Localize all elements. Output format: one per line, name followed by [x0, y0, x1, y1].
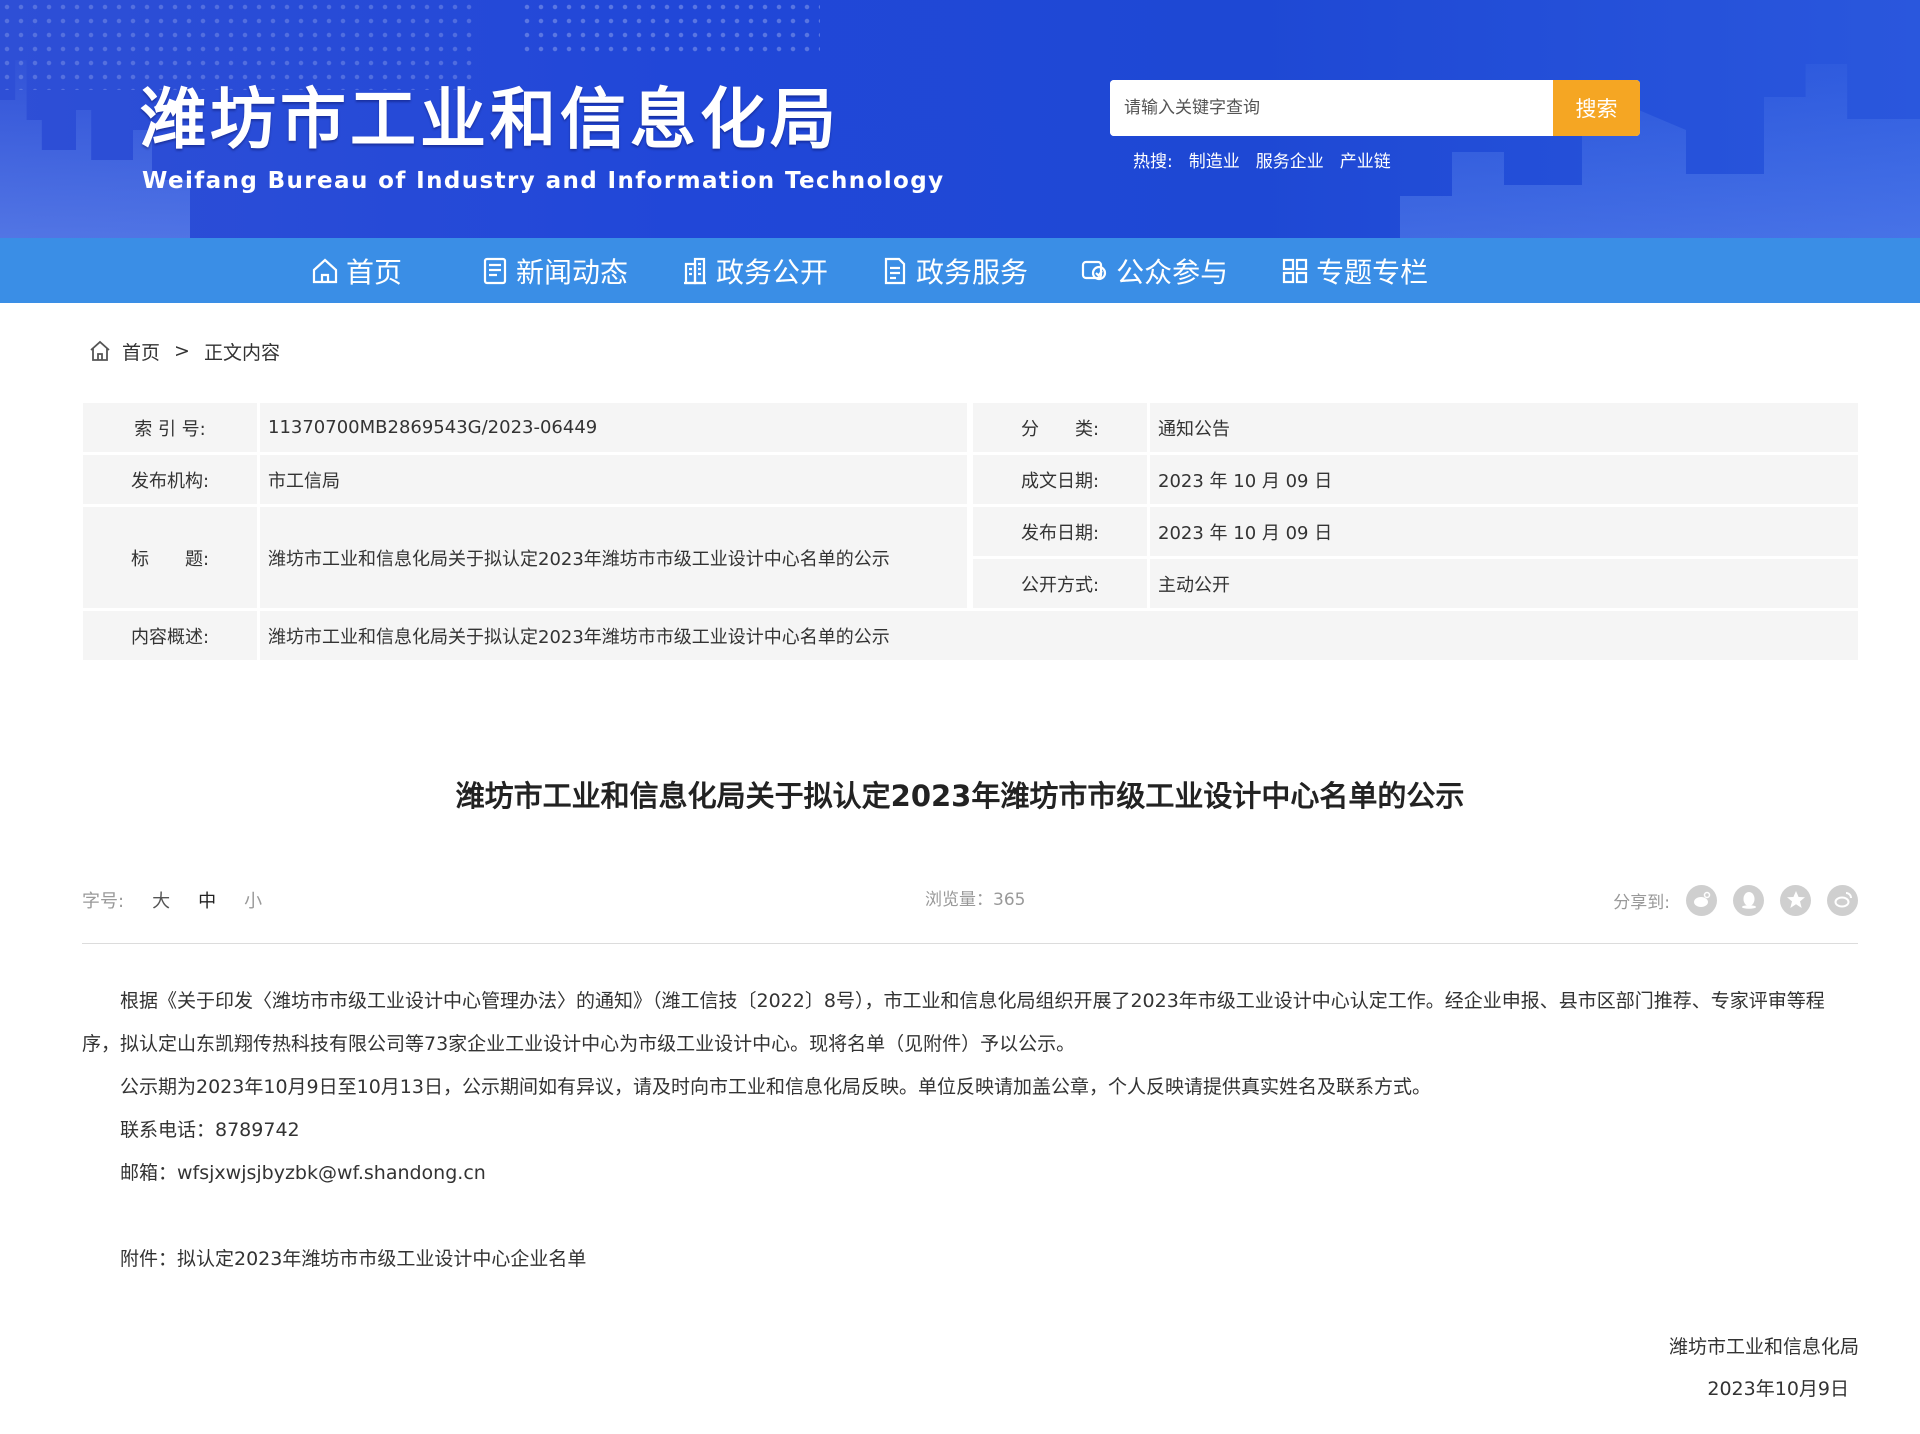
- banner-dot-pattern: [0, 0, 480, 90]
- qq-icon[interactable]: [1733, 884, 1764, 916]
- nav-item-label: 首页: [346, 255, 403, 289]
- article-meta: 字号: 大 中 小 浏览量：365 分享到:: [82, 884, 1858, 916]
- document-info-table: 索 引 号: 11370700MB2869543G/2023-06449 分 类…: [83, 403, 1858, 660]
- nav-item-label: 专题专栏: [1316, 255, 1429, 289]
- nav-item-news[interactable]: 新闻动态: [480, 238, 628, 303]
- home-icon: [312, 258, 338, 283]
- disclosure-method-label: 公开方式:: [973, 559, 1147, 608]
- nav-item-home[interactable]: 首页: [310, 238, 402, 303]
- category-value: 通知公告: [1150, 403, 1858, 452]
- share-label: 分享到:: [1613, 892, 1670, 913]
- category-label: 分 类:: [973, 403, 1147, 452]
- main-nav: 首页 新闻动态 政务公开 政务服务 公众参与 专题专栏: [0, 238, 1920, 303]
- summary-label: 内容概述:: [83, 611, 257, 660]
- publish-date-value: 2023 年 10 月 09 日: [1150, 507, 1858, 556]
- written-date-label: 成文日期:: [973, 455, 1147, 504]
- publish-date-label: 发布日期:: [973, 507, 1147, 556]
- written-date-value: 2023 年 10 月 09 日: [1150, 455, 1858, 504]
- header-banner: 潍坊市工业和信息化局 Weifang Bureau of Industry an…: [0, 0, 1920, 238]
- contact-email: 邮箱：wfsjxwjsjbyzbk@wf.shandong.cn: [120, 1162, 486, 1184]
- nav-item-special-topics[interactable]: 专题专栏: [1280, 238, 1428, 303]
- document-icon: [884, 257, 906, 284]
- breadcrumb: 首页 > 正文内容: [88, 336, 280, 366]
- hot-searches: 热搜: 制造业 服务企业 产业链: [1133, 147, 1391, 172]
- signature-date: 2023年10月9日: [1707, 1378, 1849, 1400]
- hot-search-item[interactable]: 服务企业: [1256, 147, 1324, 172]
- nav-item-label: 新闻动态: [516, 255, 629, 289]
- disclosure-method-value: 主动公开: [1150, 559, 1858, 608]
- article-paragraph: 公示期为2023年10月9日至10月13日，公示期间如有异议，请及时向市工业和信…: [120, 1076, 1431, 1098]
- share-bar: 分享到:: [1613, 884, 1858, 916]
- title-label: 标 题:: [83, 507, 257, 608]
- search-button[interactable]: 搜索: [1553, 80, 1640, 136]
- site-subtitle: Weifang Bureau of Industry and Informati…: [142, 168, 945, 194]
- hot-search-item[interactable]: 产业链: [1340, 147, 1391, 172]
- search-box: 搜索: [1110, 80, 1640, 136]
- nav-item-label: 政务公开: [716, 255, 829, 289]
- article-paragraph: 根据《关于印发〈潍坊市市级工业设计中心管理办法〉的通知》（潍工信技〔2022〕8…: [82, 990, 1825, 1055]
- nav-item-gov-services[interactable]: 政务服务: [880, 238, 1028, 303]
- index-number-label: 索 引 号:: [83, 403, 257, 452]
- view-count: 浏览量：365: [925, 890, 1026, 910]
- nav-item-label: 政务服务: [916, 255, 1029, 289]
- nav-item-label: 公众参与: [1116, 255, 1229, 289]
- news-icon: [483, 257, 507, 284]
- attachment-link[interactable]: 附件：拟认定2023年潍坊市市级工业设计中心企业名单: [82, 1238, 1858, 1281]
- qzone-icon[interactable]: [1780, 884, 1811, 916]
- font-size-control: 字号: 大 中 小: [82, 884, 262, 916]
- content-divider: [82, 943, 1858, 944]
- breadcrumb-home-link[interactable]: 首页: [122, 338, 160, 365]
- nav-item-gov-affairs[interactable]: 政务公开: [680, 238, 828, 303]
- contact-phone: 联系电话：8789742: [120, 1119, 300, 1141]
- people-icon: [1081, 260, 1107, 280]
- hot-search-label: 热搜:: [1133, 151, 1173, 172]
- banner-dot-pattern-2: [520, 0, 820, 60]
- font-size-small-button[interactable]: 小: [244, 887, 262, 913]
- font-size-medium-button[interactable]: 中: [198, 887, 216, 913]
- nav-item-public-participation[interactable]: 公众参与: [1080, 238, 1228, 303]
- publisher-value: 市工信局: [260, 455, 967, 504]
- breadcrumb-separator: >: [174, 340, 190, 362]
- article-title: 潍坊市工业和信息化局关于拟认定2023年潍坊市市级工业设计中心名单的公示: [455, 779, 1465, 813]
- title-value: 潍坊市工业和信息化局关于拟认定2023年潍坊市市级工业设计中心名单的公示: [260, 507, 967, 608]
- building-icon: [684, 257, 707, 284]
- font-size-large-button[interactable]: 大: [152, 887, 170, 913]
- hot-search-item[interactable]: 制造业: [1189, 147, 1240, 172]
- publisher-label: 发布机构:: [83, 455, 257, 504]
- summary-value: 潍坊市工业和信息化局关于拟认定2023年潍坊市市级工业设计中心名单的公示: [260, 611, 1858, 660]
- font-size-label: 字号:: [82, 891, 125, 912]
- search-input[interactable]: [1110, 80, 1553, 136]
- index-number-value: 11370700MB2869543G/2023-06449: [260, 403, 967, 452]
- breadcrumb-current: 正文内容: [203, 341, 280, 364]
- tencent-weibo-icon[interactable]: [1827, 884, 1858, 916]
- grid-icon: [1282, 258, 1308, 283]
- signature-org: 潍坊市工业和信息化局: [1668, 1336, 1859, 1358]
- site-title: 潍坊市工业和信息化局: [140, 81, 840, 158]
- article-body: 根据《关于印发〈潍坊市市级工业设计中心管理办法〉的通知》（潍工信技〔2022〕8…: [82, 980, 1858, 1281]
- weibo-icon[interactable]: [1686, 884, 1717, 916]
- home-icon: [90, 340, 110, 361]
